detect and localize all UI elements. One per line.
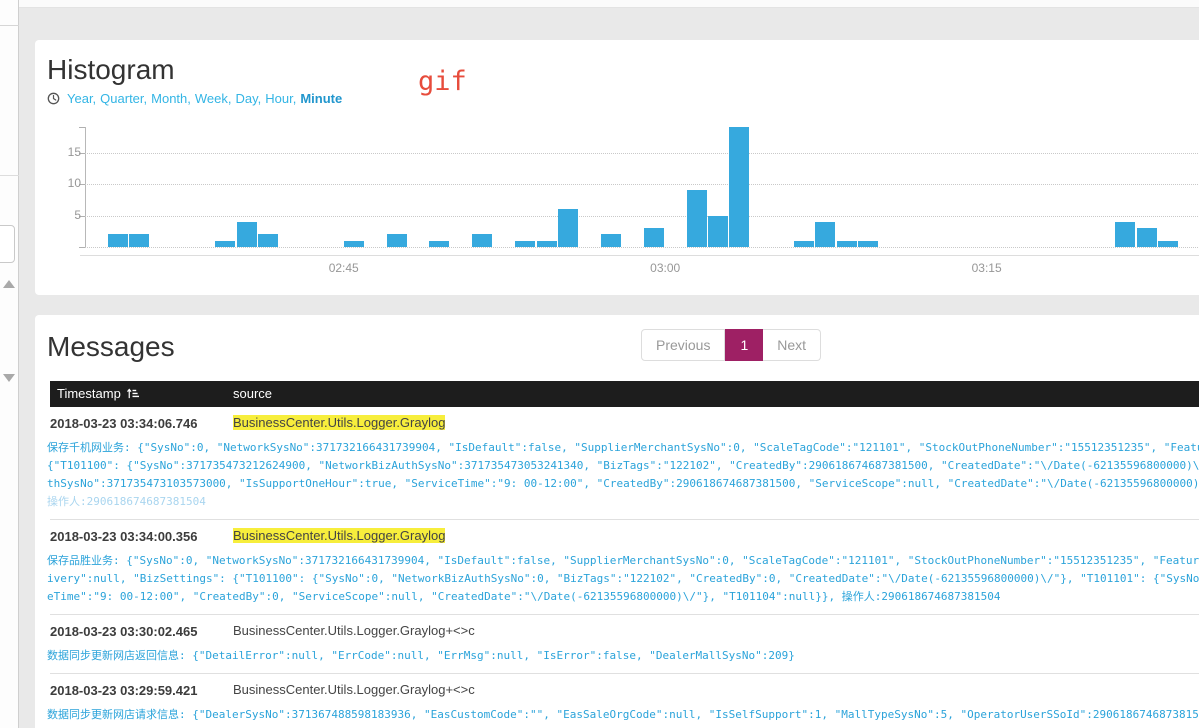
pagination-next-button[interactable]: Next: [763, 329, 821, 361]
message-text-line: eTime":"9: 00-12:00", "CreatedBy":0, "Se…: [47, 588, 1199, 606]
message-timestamp: 2018-03-23 03:34:00.356: [50, 529, 197, 544]
messages-panel: Messages Previous 1 Next Timestamp sourc…: [35, 315, 1199, 728]
histogram-bar[interactable]: [429, 241, 449, 247]
sidebar-divider: [0, 175, 19, 176]
histogram-title: Histogram: [47, 54, 175, 86]
sort-order-icon[interactable]: [126, 387, 139, 400]
histogram-bar[interactable]: [601, 234, 621, 247]
message-source: BusinessCenter.Utils.Logger.Graylog: [233, 415, 445, 430]
message-text-line: ivery":null, "BizSettings": {"T101100": …: [47, 570, 1199, 588]
histogram-bar[interactable]: [1115, 222, 1135, 247]
x-axis-label: 03:15: [947, 261, 1027, 275]
histogram-bar[interactable]: [837, 241, 857, 247]
histogram-bar[interactable]: [237, 222, 257, 247]
histogram-resolution-day[interactable]: Day,: [236, 91, 262, 106]
sidebar-input-fragment[interactable]: [0, 225, 15, 263]
y-axis-label: 15: [41, 145, 81, 159]
histogram-bar[interactable]: [687, 190, 707, 247]
histogram-bar[interactable]: [815, 222, 835, 247]
histogram-bar[interactable]: [515, 241, 535, 247]
y-axis-tick: [79, 127, 85, 128]
message-source: BusinessCenter.Utils.Logger.Graylog: [233, 528, 445, 543]
message-timestamp: 2018-03-23 03:34:06.746: [50, 416, 197, 431]
histogram-bar[interactable]: [215, 241, 235, 247]
messages-table-body: 2018-03-23 03:34:06.746 BusinessCenter.Ut…: [50, 407, 1199, 728]
pagination-page-1-button[interactable]: 1: [725, 329, 763, 361]
histogram-bar[interactable]: [344, 241, 364, 247]
gif-overlay-text: gif: [418, 66, 467, 97]
clock-icon: [47, 92, 60, 105]
y-axis-label: 10: [41, 176, 81, 190]
y-axis-label: 5: [41, 208, 81, 222]
sidebar-divider: [0, 25, 19, 26]
graylog-search-page: { "histogram": { "title": "Histogram", "…: [0, 0, 1199, 728]
message-row[interactable]: 2018-03-23 03:34:06.746 BusinessCenter.Ut…: [50, 407, 1199, 520]
histogram-bar[interactable]: [108, 234, 128, 247]
chart-gridline: [85, 153, 1199, 154]
histogram-resolution-week[interactable]: Week,: [195, 91, 232, 106]
histogram-bar[interactable]: [558, 209, 578, 247]
x-axis-label: 02:45: [304, 261, 384, 275]
message-source: BusinessCenter.Utils.Logger.Graylog+<>c: [233, 682, 475, 697]
histogram-resolution-year[interactable]: Year,: [67, 91, 96, 106]
histogram-resolution-minute[interactable]: Minute: [300, 91, 342, 106]
messages-table-header: Timestamp source: [50, 381, 1199, 407]
message-timestamp: 2018-03-23 03:30:02.465: [50, 624, 197, 639]
histogram-resolution-hour[interactable]: Hour,: [265, 91, 296, 106]
message-row[interactable]: 2018-03-23 03:34:00.356 BusinessCenter.Ut…: [50, 520, 1199, 615]
x-axis-label: 03:00: [625, 261, 705, 275]
histogram-bar[interactable]: [729, 127, 749, 247]
timestamp-column-label: Timestamp: [57, 386, 121, 401]
top-bar: [0, 0, 1199, 8]
histogram-bar[interactable]: [708, 216, 728, 248]
message-source: BusinessCenter.Utils.Logger.Graylog+<>c: [233, 623, 475, 638]
histogram-bar[interactable]: [1137, 228, 1157, 247]
message-text-line: 数据同步更新网店返回信息: {"DetailError":null, "ErrC…: [47, 647, 1199, 665]
histogram-panel: Histogram Year, Quarter, Month, Week, Da…: [35, 40, 1199, 295]
message-timestamp: 2018-03-23 03:29:59.421: [50, 683, 197, 698]
histogram-bar[interactable]: [472, 234, 492, 247]
message-text-line: icePhone":null, "ShopName":"123123123123…: [47, 724, 1199, 728]
histogram-bar[interactable]: [1158, 241, 1178, 247]
histogram-chart: 5 10 15 02:45 03:00 03:15: [35, 120, 1199, 280]
left-sidebar-fragment: [0, 0, 19, 728]
scroll-up-icon[interactable]: [3, 280, 15, 288]
histogram-bar[interactable]: [537, 241, 557, 247]
histogram-bar[interactable]: [129, 234, 149, 247]
y-axis-line: [85, 127, 86, 247]
source-column-header[interactable]: source: [233, 386, 272, 401]
histogram-resolution-month[interactable]: Month,: [151, 91, 191, 106]
timestamp-column-header[interactable]: Timestamp: [57, 386, 139, 401]
histogram-resolution-selector: Year, Quarter, Month, Week, Day, Hour, M…: [47, 91, 342, 106]
y-axis-tick: [79, 247, 85, 248]
message-row[interactable]: 2018-03-23 03:30:02.465 BusinessCenter.Ut…: [50, 615, 1199, 674]
histogram-bar[interactable]: [644, 228, 664, 247]
histogram-bar[interactable]: [858, 241, 878, 247]
pagination: Previous 1 Next: [641, 329, 821, 361]
chart-gridline: [85, 184, 1199, 185]
chart-gridline: [85, 216, 1199, 217]
message-row[interactable]: 2018-03-23 03:29:59.421 BusinessCenter.Ut…: [50, 674, 1199, 728]
message-text-line: 保存品胜业务: {"SysNo":0, "NetworkSysNo":37173…: [47, 552, 1199, 570]
message-text-line: 保存千机网业务: {"SysNo":0, "NetworkSysNo":3717…: [47, 439, 1199, 457]
message-text-line: 数据同步更新网店请求信息: {"DealerSysNo":37136748859…: [47, 706, 1199, 724]
message-text-line: {"T101100": {"SysNo":371735473212624900,…: [47, 457, 1199, 475]
histogram-resolution-quarter[interactable]: Quarter,: [100, 91, 147, 106]
x-axis-line: [80, 255, 1199, 256]
message-text-line-muted: 操作人:290618674687381504: [47, 493, 1199, 511]
pagination-previous-button[interactable]: Previous: [641, 329, 725, 361]
histogram-bar[interactable]: [387, 234, 407, 247]
message-text-line: thSysNo":371735473103573000, "IsSupportO…: [47, 475, 1199, 493]
histogram-bar[interactable]: [258, 234, 278, 247]
scroll-down-icon[interactable]: [3, 374, 15, 382]
histogram-bar[interactable]: [794, 241, 814, 247]
messages-title: Messages: [47, 331, 175, 363]
chart-gridline: [85, 247, 1199, 248]
